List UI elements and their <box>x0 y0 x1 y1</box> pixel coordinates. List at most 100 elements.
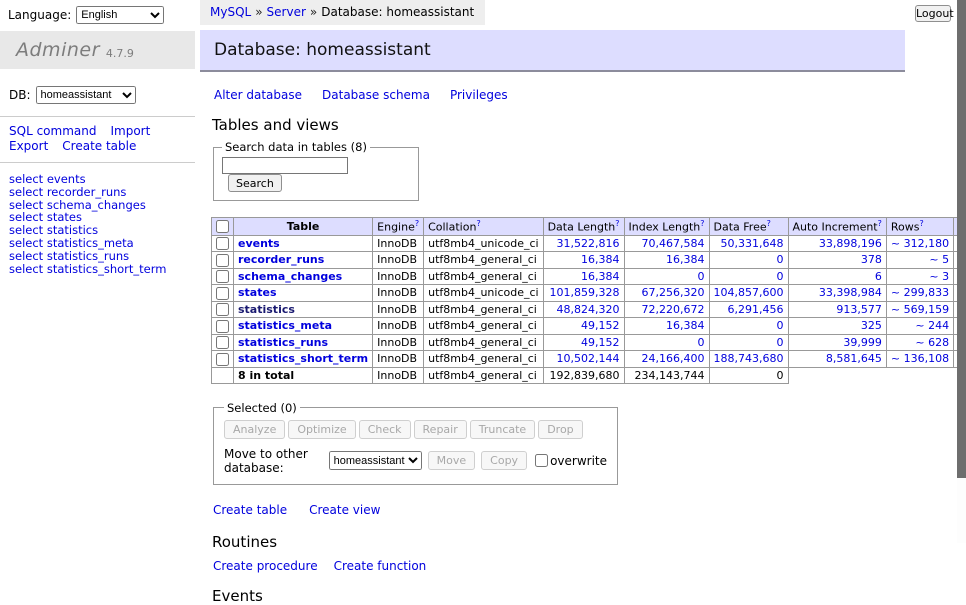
data-free-link[interactable]: 0 <box>709 318 788 335</box>
copy-button[interactable]: Copy <box>481 451 527 470</box>
row-checkbox[interactable] <box>216 353 229 366</box>
row-checkbox[interactable] <box>216 287 229 300</box>
rows-link[interactable]: ~ 244 <box>886 318 953 335</box>
help-link-icon[interactable]: ? <box>767 219 771 228</box>
auto-increment-link[interactable]: 325 <box>788 318 886 335</box>
index-length-link[interactable]: 16,384 <box>624 252 709 269</box>
database-action-link[interactable]: Database schema <box>322 88 430 102</box>
table-name-link[interactable]: statistics <box>238 303 295 316</box>
rows-link[interactable]: ~ 5 <box>886 252 953 269</box>
table-name-link[interactable]: statistics_meta <box>238 319 332 332</box>
data-length-link[interactable]: 16,384 <box>543 268 624 285</box>
overwrite-checkbox[interactable] <box>535 454 548 467</box>
data-length-link[interactable]: 49,152 <box>543 318 624 335</box>
sidebar-main-link[interactable]: Import <box>110 124 150 139</box>
app-logo[interactable]: Adminer <box>16 39 100 61</box>
sidebar-select-table-link[interactable]: select statistics_meta <box>9 237 195 250</box>
data-length-link[interactable]: 48,824,320 <box>543 301 624 318</box>
data-free-link[interactable]: 0 <box>709 268 788 285</box>
selected-action-button[interactable]: Truncate <box>470 420 535 439</box>
index-length-link[interactable]: 24,166,400 <box>624 351 709 368</box>
index-length-link[interactable]: 0 <box>624 268 709 285</box>
data-free-link[interactable]: 0 <box>709 334 788 351</box>
auto-increment-link[interactable]: 8,581,645 <box>788 351 886 368</box>
sidebar-select-table-link[interactable]: select statistics_runs <box>9 250 195 263</box>
sidebar-main-link[interactable]: Create table <box>62 139 136 154</box>
index-length-link[interactable]: 16,384 <box>624 318 709 335</box>
sidebar-select-table-link[interactable]: select events <box>9 173 195 186</box>
table-name-link[interactable]: schema_changes <box>238 270 342 283</box>
index-length-link[interactable]: 70,467,584 <box>624 235 709 252</box>
rows-link[interactable]: ~ 136,108 <box>886 351 953 368</box>
help-link-icon[interactable]: ? <box>476 219 480 228</box>
language-select[interactable]: English <box>76 6 164 24</box>
table-name-link[interactable]: statistics_runs <box>238 336 328 349</box>
db-select[interactable]: homeassistant <box>36 86 136 104</box>
rows-link[interactable]: ~ 569,159 <box>886 301 953 318</box>
breadcrumb-mysql-link[interactable]: MySQL <box>210 5 251 19</box>
table-name-link[interactable]: statistics_short_term <box>238 352 368 365</box>
rows-link[interactable]: ~ 312,180 <box>886 235 953 252</box>
search-button[interactable]: Search <box>228 174 282 192</box>
search-input[interactable] <box>222 157 348 174</box>
data-free-link[interactable]: 50,331,648 <box>709 235 788 252</box>
database-action-link[interactable]: Alter database <box>214 88 302 102</box>
help-link-icon[interactable]: ? <box>919 219 923 228</box>
auto-increment-link[interactable]: 913,577 <box>788 301 886 318</box>
row-checkbox[interactable] <box>216 320 229 333</box>
selected-action-button[interactable]: Repair <box>414 420 467 439</box>
selected-action-button[interactable]: Drop <box>538 420 582 439</box>
data-free-link[interactable]: 104,857,600 <box>709 285 788 302</box>
move-db-select[interactable]: homeassistant <box>329 451 422 470</box>
sidebar-main-link[interactable]: SQL command <box>9 124 96 139</box>
vertical-scrollbar[interactable] <box>957 0 966 543</box>
breadcrumb-server-link[interactable]: Server <box>267 5 306 19</box>
help-link-icon[interactable]: ? <box>700 219 704 228</box>
data-length-link[interactable]: 101,859,328 <box>543 285 624 302</box>
data-length-link[interactable]: 49,152 <box>543 334 624 351</box>
data-free-link[interactable]: 6,291,456 <box>709 301 788 318</box>
help-link-icon[interactable]: ? <box>415 219 419 228</box>
selected-action-button[interactable]: Check <box>359 420 411 439</box>
data-length-link[interactable]: 16,384 <box>543 252 624 269</box>
move-button[interactable]: Move <box>428 451 476 470</box>
table-name-link[interactable]: recorder_runs <box>238 253 324 266</box>
database-action-link[interactable]: Privileges <box>450 88 508 102</box>
routine-create-link[interactable]: Create procedure <box>213 559 318 573</box>
auto-increment-link[interactable]: 33,898,196 <box>788 235 886 252</box>
index-length-link[interactable]: 72,220,672 <box>624 301 709 318</box>
sidebar-main-link[interactable]: Export <box>9 139 48 154</box>
row-checkbox[interactable] <box>216 303 229 316</box>
selected-action-button[interactable]: Analyze <box>224 420 285 439</box>
auto-increment-link[interactable]: 378 <box>788 252 886 269</box>
sidebar-select-table-link[interactable]: select recorder_runs <box>9 186 195 199</box>
help-link-icon[interactable]: ? <box>878 219 882 228</box>
auto-increment-link[interactable]: 33,398,984 <box>788 285 886 302</box>
table-name-link[interactable]: states <box>238 286 277 299</box>
help-link-icon[interactable]: ? <box>615 219 619 228</box>
row-checkbox[interactable] <box>216 254 229 267</box>
rows-link[interactable]: ~ 3 <box>886 268 953 285</box>
rows-link[interactable]: ~ 299,833 <box>886 285 953 302</box>
index-length-link[interactable]: 0 <box>624 334 709 351</box>
auto-increment-link[interactable]: 6 <box>788 268 886 285</box>
data-free-link[interactable]: 188,743,680 <box>709 351 788 368</box>
index-length-link[interactable]: 67,256,320 <box>624 285 709 302</box>
row-checkbox[interactable] <box>216 237 229 250</box>
selected-action-button[interactable]: Optimize <box>288 420 355 439</box>
row-checkbox[interactable] <box>216 270 229 283</box>
create-link[interactable]: Create view <box>309 503 380 517</box>
create-link[interactable]: Create table <box>213 503 287 517</box>
data-length-link[interactable]: 31,522,816 <box>543 235 624 252</box>
scrollbar-thumb[interactable] <box>957 0 966 478</box>
rows-link[interactable]: ~ 628 <box>886 334 953 351</box>
row-checkbox[interactable] <box>216 336 229 349</box>
select-all-checkbox[interactable] <box>216 220 229 233</box>
logout-button[interactable]: Logout <box>915 5 951 22</box>
data-free-link[interactable]: 0 <box>709 252 788 269</box>
routine-create-link[interactable]: Create function <box>334 559 427 573</box>
data-length-link[interactable]: 10,502,144 <box>543 351 624 368</box>
auto-increment-link[interactable]: 39,999 <box>788 334 886 351</box>
table-name-link[interactable]: events <box>238 237 280 250</box>
sidebar-select-table-link[interactable]: select statistics_short_term <box>9 263 195 276</box>
